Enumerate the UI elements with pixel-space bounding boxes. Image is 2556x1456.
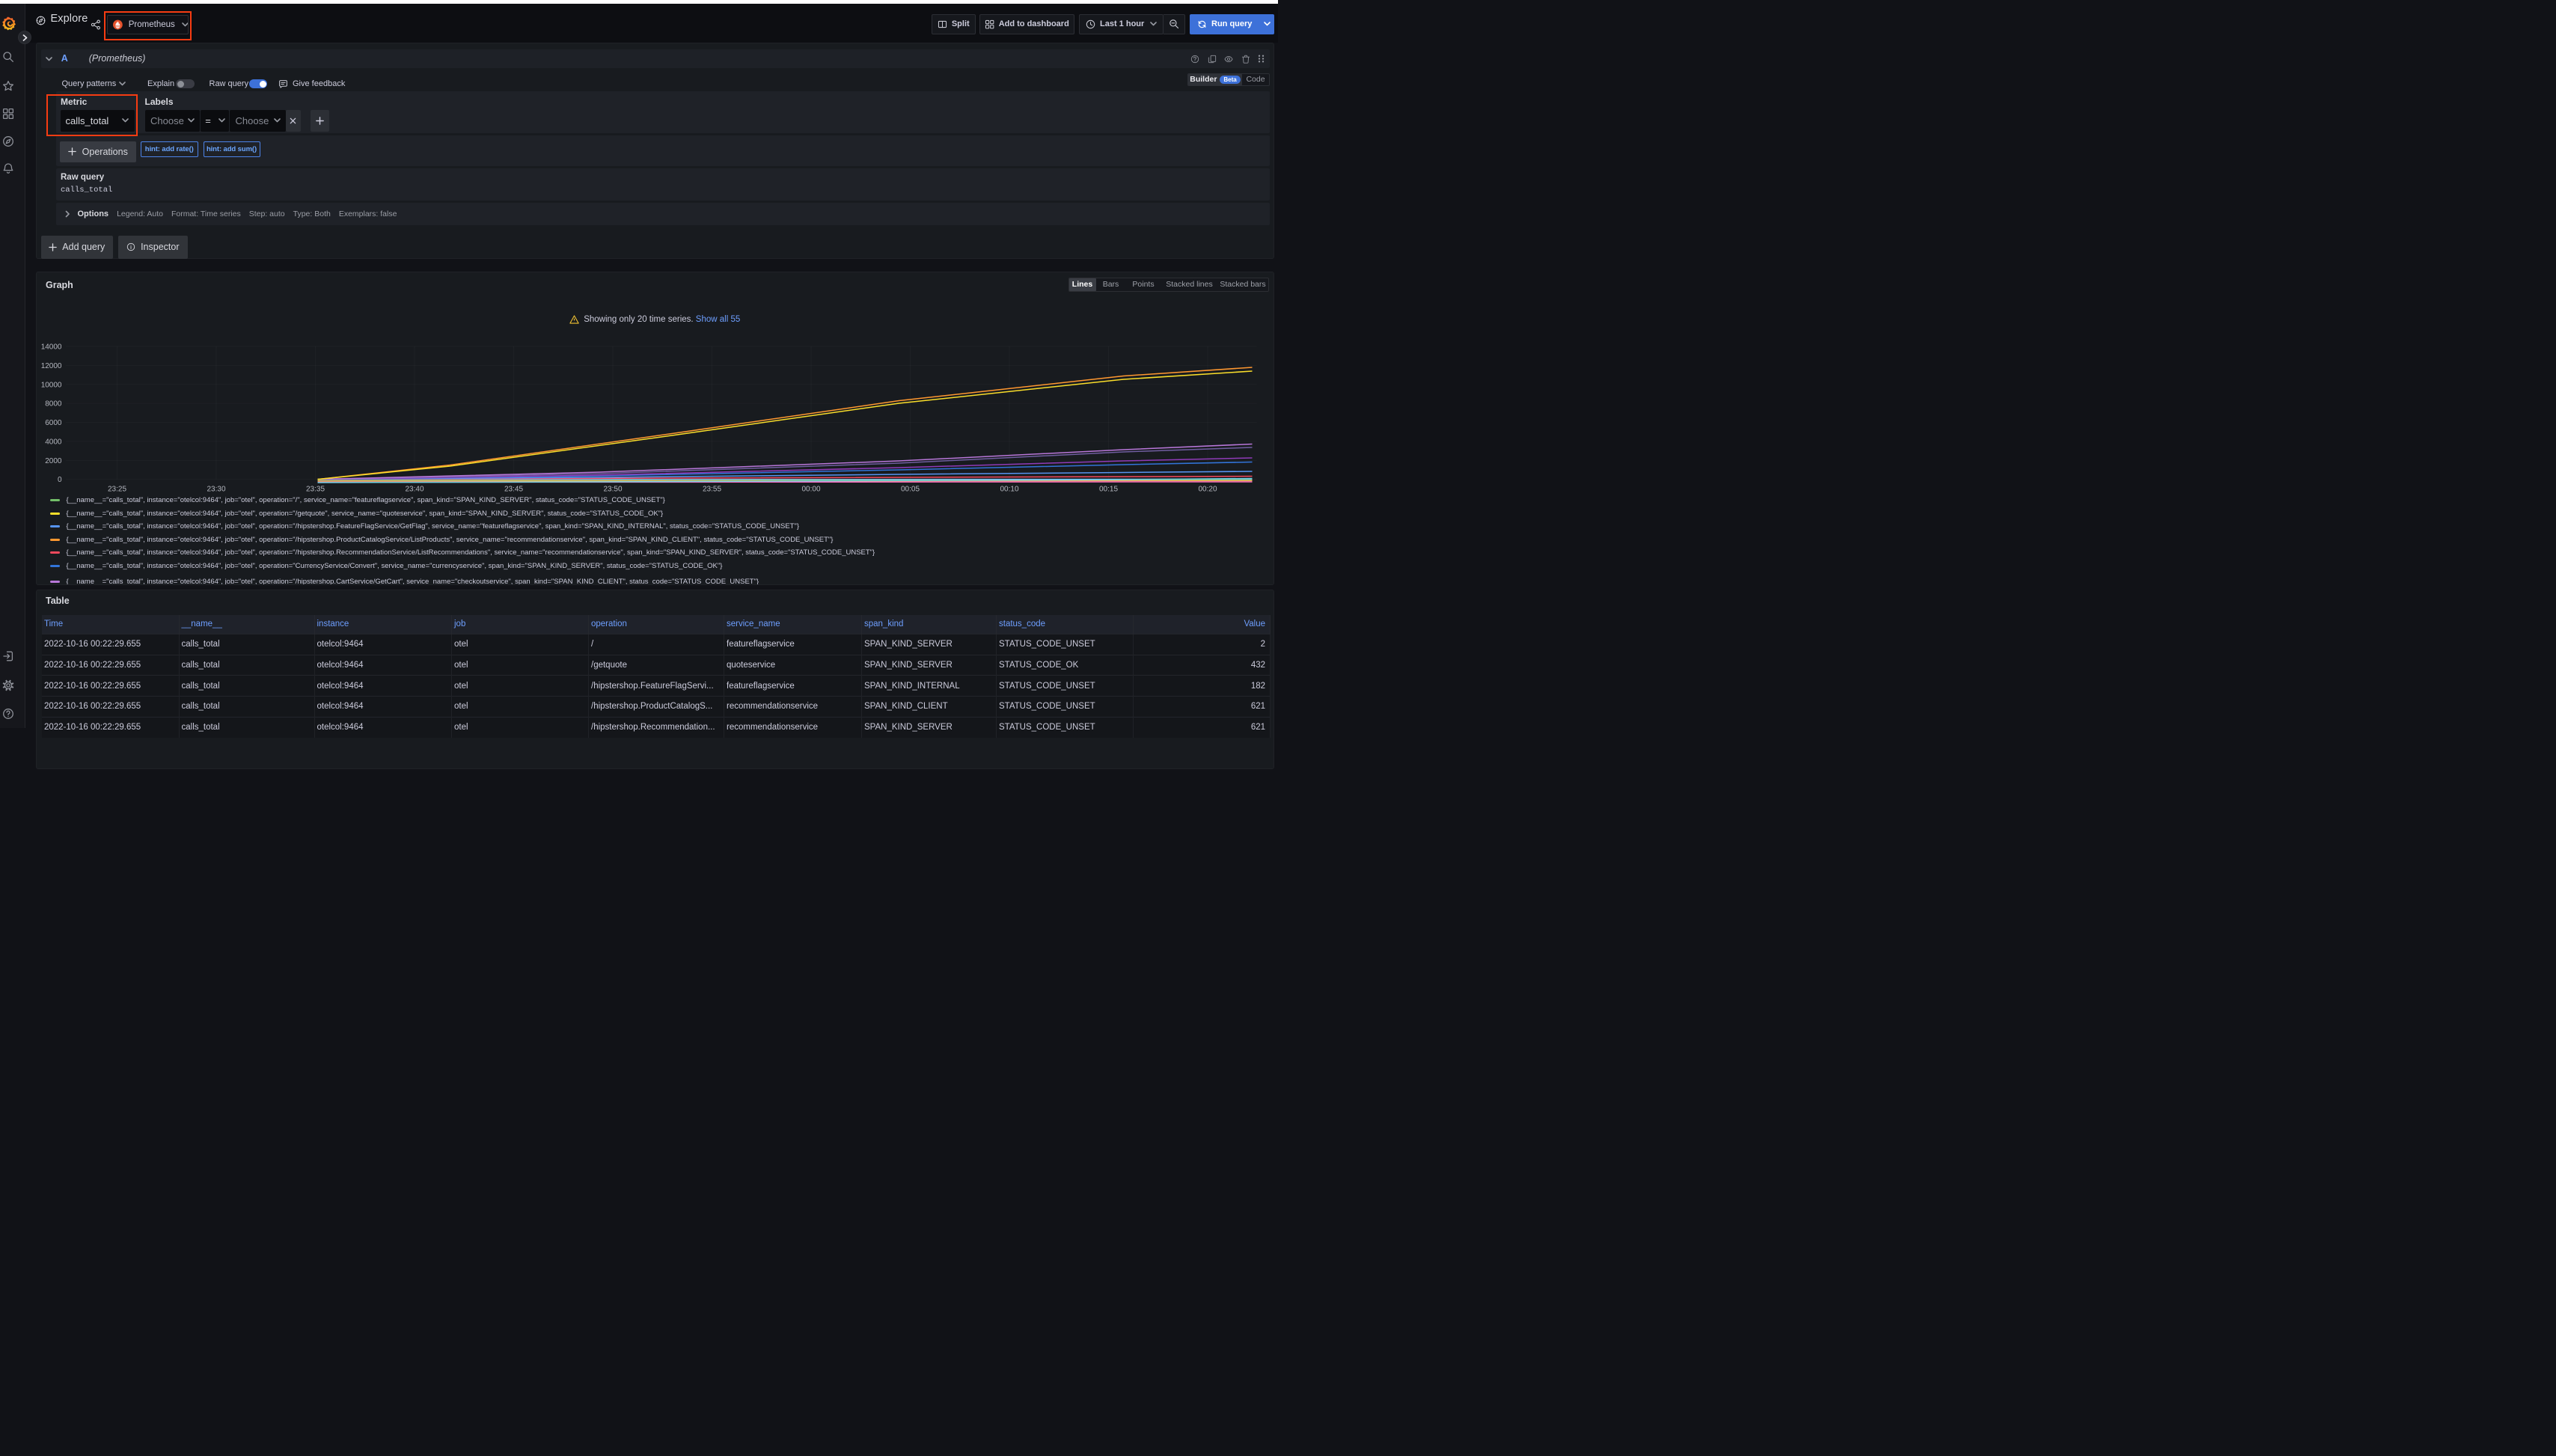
svg-text:23:25: 23:25 <box>107 486 126 494</box>
svg-text:6000: 6000 <box>45 419 62 427</box>
svg-text:23:50: 23:50 <box>603 486 622 494</box>
svg-text:12000: 12000 <box>40 362 61 370</box>
svg-text:2000: 2000 <box>45 457 62 465</box>
svg-text:00:15: 00:15 <box>1098 486 1117 494</box>
svg-text:10000: 10000 <box>40 381 61 389</box>
svg-text:23:35: 23:35 <box>305 486 324 494</box>
svg-text:8000: 8000 <box>45 400 62 409</box>
svg-text:4000: 4000 <box>45 438 62 446</box>
svg-text:23:30: 23:30 <box>207 486 225 494</box>
svg-text:14000: 14000 <box>40 343 61 352</box>
svg-text:00:00: 00:00 <box>801 486 820 494</box>
svg-text:23:55: 23:55 <box>702 486 721 494</box>
svg-text:00:10: 00:10 <box>1000 486 1018 494</box>
svg-text:23:45: 23:45 <box>504 486 522 494</box>
svg-text:0: 0 <box>57 476 61 484</box>
svg-text:23:40: 23:40 <box>405 486 424 494</box>
svg-text:00:20: 00:20 <box>1198 486 1217 494</box>
svg-text:00:05: 00:05 <box>900 486 919 494</box>
